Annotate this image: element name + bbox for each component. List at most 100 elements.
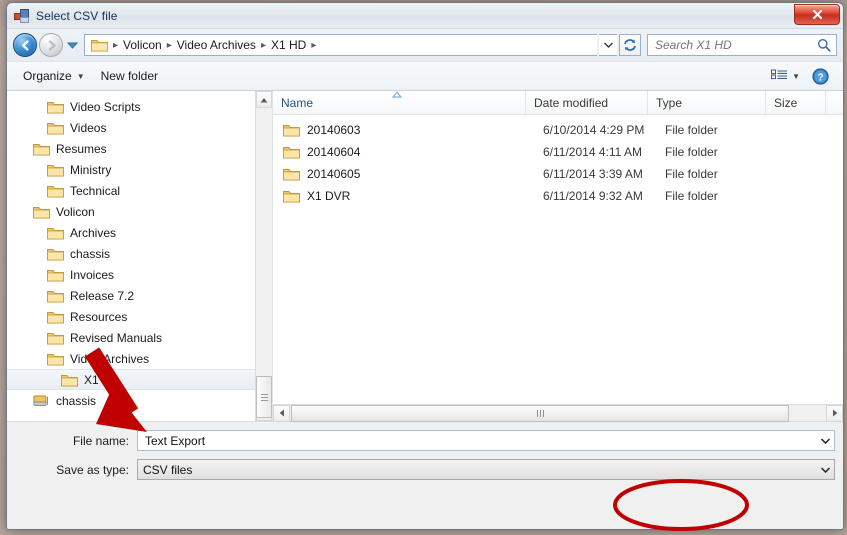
tree-item-video-scripts[interactable]: Video Scripts xyxy=(7,96,272,117)
tree-item-label: Release 7.2 xyxy=(70,288,135,303)
chevron-down-icon: ▼ xyxy=(792,71,800,81)
tree-item-label: Volicon xyxy=(56,204,95,219)
tree-item-label: Video Scripts xyxy=(70,99,141,114)
tree-item-technical[interactable]: Technical xyxy=(7,180,272,201)
filename-combobox[interactable] xyxy=(137,430,835,451)
title-bar[interactable]: Select CSV file xyxy=(7,3,843,29)
refresh-button[interactable] xyxy=(619,34,641,56)
recent-pages-chevron-icon xyxy=(66,42,78,49)
navigation-bar: ▸ Volicon ▸ Video Archives ▸ X1 HD ▸ xyxy=(7,29,843,61)
tree-vertical-scrollbar[interactable] xyxy=(255,91,272,421)
tree-item-chassis[interactable]: chassis xyxy=(7,243,272,264)
scroll-right-icon xyxy=(832,409,837,417)
table-row[interactable]: 20140604 6/11/2014 4:11 AM File folder xyxy=(273,141,843,163)
tree-item-x1-hd[interactable]: X1 HD xyxy=(7,369,272,390)
horizontal-scrollbar-thumb[interactable] xyxy=(291,404,789,422)
breadcrumb-item-x1-hd[interactable]: X1 HD xyxy=(268,37,309,53)
organize-button[interactable]: Organize ▼ xyxy=(15,66,93,86)
close-button[interactable] xyxy=(794,4,840,25)
breadcrumb[interactable]: ▸ Volicon ▸ Video Archives ▸ X1 HD ▸ xyxy=(84,34,597,56)
file-name-cell: 20140603 xyxy=(307,123,361,137)
horizontal-scrollbar-track[interactable] xyxy=(290,404,826,422)
filename-dropdown-button[interactable] xyxy=(817,431,834,450)
back-arrow-icon xyxy=(21,39,29,51)
filetype-dropdown-button[interactable] xyxy=(817,460,834,479)
chevron-down-icon xyxy=(821,437,830,444)
change-view-button[interactable]: ▼ xyxy=(765,66,806,86)
breadcrumb-separator: ▸ xyxy=(113,39,119,51)
back-button[interactable] xyxy=(13,33,37,57)
search-box[interactable] xyxy=(647,34,837,56)
folder-icon xyxy=(47,353,64,365)
tree-item-ministry[interactable]: Ministry xyxy=(7,159,272,180)
tree-item-invoices[interactable]: Invoices xyxy=(7,264,272,285)
folder-icon xyxy=(47,248,64,260)
folder-icon xyxy=(47,269,64,281)
file-name-cell: X1 DVR xyxy=(307,189,351,203)
table-row[interactable]: 20140603 6/10/2014 4:29 PM File folder xyxy=(273,119,843,141)
tree-item-label: Resumes xyxy=(56,141,107,156)
recent-pages-button[interactable] xyxy=(65,34,79,56)
tree-item-video-archives[interactable]: Video Archives xyxy=(7,348,272,369)
tree-item-label: Invoices xyxy=(70,267,115,282)
window-title: Select CSV file xyxy=(36,8,118,23)
table-row[interactable]: 20140605 6/11/2014 3:39 AM File folder xyxy=(273,163,843,185)
new-folder-label: New folder xyxy=(100,69,158,83)
folder-icon xyxy=(33,143,50,155)
tree-item-label: Revised Manuals xyxy=(70,330,163,345)
organize-label: Organize xyxy=(23,69,72,83)
scroll-left-button[interactable] xyxy=(273,404,290,422)
refresh-icon xyxy=(624,39,636,51)
tree-item-archives[interactable]: Archives xyxy=(7,222,272,243)
table-row[interactable]: X1 DVR 6/11/2014 9:32 AM File folder xyxy=(273,185,843,207)
file-type-cell: File folder xyxy=(665,189,718,203)
file-date-cell: 6/11/2014 9:32 AM xyxy=(543,189,643,203)
folder-icon xyxy=(91,40,108,52)
scroll-up-button[interactable] xyxy=(256,91,272,108)
help-icon: ? xyxy=(812,67,829,85)
column-header-size[interactable]: Size xyxy=(766,91,826,114)
folder-icon xyxy=(47,290,64,302)
scroll-up-icon xyxy=(260,97,268,102)
tree-scrollbar-thumb[interactable] xyxy=(256,376,272,418)
search-input[interactable] xyxy=(653,37,817,53)
tree-item-resources[interactable]: Resources xyxy=(7,306,272,327)
file-list-horizontal-scrollbar[interactable] xyxy=(273,404,843,422)
breadcrumb-item-volicon[interactable]: Volicon xyxy=(120,37,165,53)
scrollbar-grip-icon xyxy=(536,409,544,417)
filetype-row: Save as type: CSV files xyxy=(15,459,835,480)
filetype-combobox[interactable]: CSV files xyxy=(137,459,835,480)
breadcrumb-item-video-archives[interactable]: Video Archives xyxy=(174,37,259,53)
folder-icon xyxy=(47,101,64,113)
tree-item-label: Technical xyxy=(70,183,121,198)
folder-icon xyxy=(47,311,64,323)
forward-arrow-icon xyxy=(48,39,56,51)
folder-icon xyxy=(47,122,64,134)
tree-scrollbar-track[interactable] xyxy=(256,108,272,418)
tree-item-release-7-2[interactable]: Release 7.2 xyxy=(7,285,272,306)
column-header-date-modified[interactable]: Date modified xyxy=(526,91,648,114)
file-name-cell: 20140605 xyxy=(307,167,361,181)
breadcrumb-separator: ▸ xyxy=(260,39,266,51)
forward-button[interactable] xyxy=(39,33,63,57)
tree-item-resumes[interactable]: Resumes xyxy=(7,138,272,159)
filename-input[interactable] xyxy=(143,432,817,449)
tree-item-label: chassis xyxy=(56,393,97,408)
scroll-right-button[interactable] xyxy=(826,404,843,422)
tree-item-label: Resources xyxy=(70,309,128,324)
tree-item-label: Videos xyxy=(70,120,107,135)
folder-icon xyxy=(47,227,64,239)
file-type-cell: File folder xyxy=(665,123,718,137)
help-button[interactable]: ? xyxy=(806,65,835,88)
tree-item-videos[interactable]: Videos xyxy=(7,117,272,138)
tree-item-chassis[interactable]: chassis xyxy=(7,390,272,411)
file-name-cell: 20140604 xyxy=(307,145,361,159)
sort-ascending-icon xyxy=(391,91,403,98)
tree-item-revised-manuals[interactable]: Revised Manuals xyxy=(7,327,272,348)
tree-item-label: Ministry xyxy=(70,162,112,177)
new-folder-button[interactable]: New folder xyxy=(93,66,166,86)
breadcrumb-dropdown-button[interactable] xyxy=(599,34,617,56)
column-header-type[interactable]: Type xyxy=(648,91,766,114)
breadcrumb-separator: ▸ xyxy=(166,39,172,51)
tree-item-volicon[interactable]: Volicon xyxy=(7,201,272,222)
